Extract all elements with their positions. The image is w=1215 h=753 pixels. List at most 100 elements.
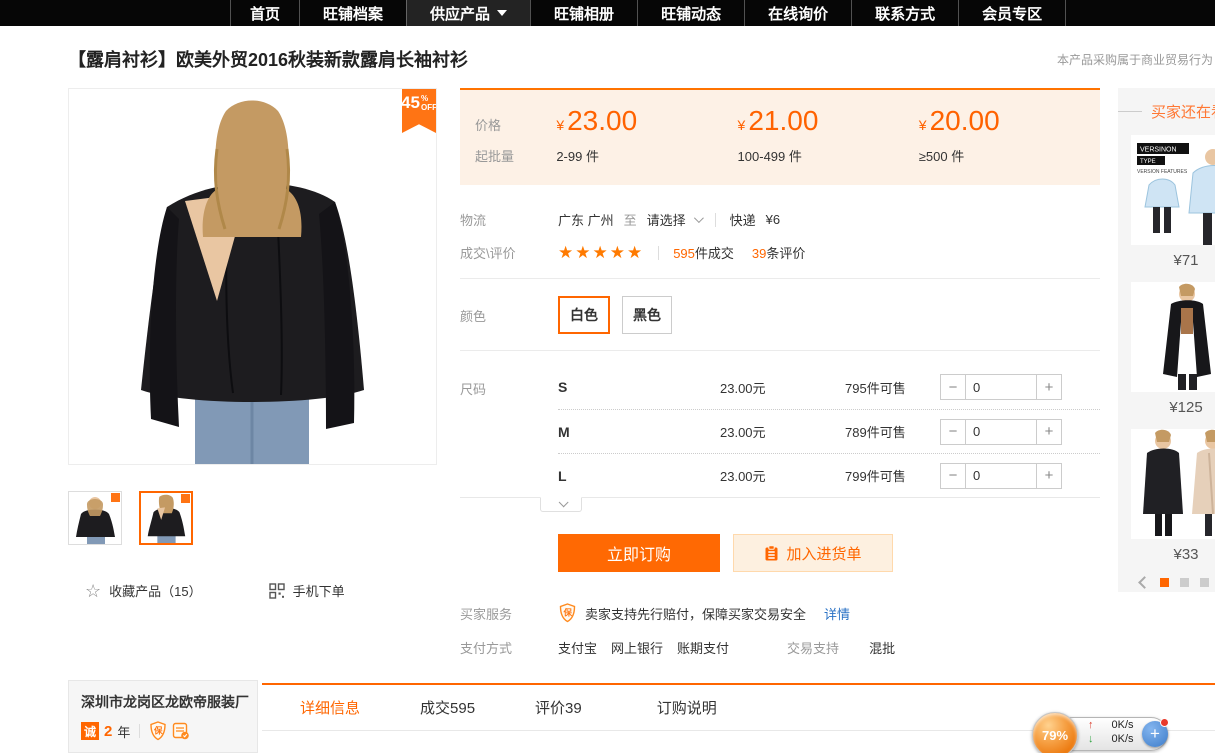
page-dot-2[interactable] xyxy=(1180,578,1189,587)
seller-badges: 诚 2 年 保 xyxy=(81,721,245,741)
seller-years-number: 2 xyxy=(104,723,112,740)
moq-tier-2: 100-499 件 xyxy=(738,146,919,165)
logistics-label: 物流 xyxy=(460,210,558,229)
divider xyxy=(715,213,716,227)
offer-panel: 价格 ¥23.00 ¥21.00 ¥20.00 起批量 2-99 件 100-4… xyxy=(460,88,1100,657)
tab-order-notes[interactable]: 订购说明 xyxy=(657,697,717,718)
sidebar-product-image: VERSINON TYPE VERSION FEATURES xyxy=(1131,135,1215,245)
section-divider xyxy=(460,350,1100,351)
seller-box: 深圳市龙岗区龙欧帝服装厂 诚 2 年 保 xyxy=(68,680,258,753)
reviews-row: 成交\评价 ★★★★★ 595件成交 39条评价 xyxy=(460,243,1100,262)
moq-tier-3: ≥500 件 xyxy=(919,146,1100,165)
sidebar-product-3[interactable]: ¥33 xyxy=(1131,429,1215,563)
price-tier-3: ¥20.00 xyxy=(919,105,1100,137)
nav-item-products-label: 供应产品 xyxy=(430,3,490,24)
plus-button[interactable]: + xyxy=(1036,463,1062,489)
top-nav: 首页 旺铺档案 供应产品 旺铺相册 旺铺动态 在线询价 联系方式 会员专区 xyxy=(0,0,1215,26)
nav-item-home[interactable]: 首页 xyxy=(230,0,299,26)
upload-speed: 0K/s xyxy=(1100,719,1134,731)
sidebar-product-image xyxy=(1131,429,1215,539)
contract-badge-icon xyxy=(172,722,190,740)
plus-button[interactable]: + xyxy=(1036,419,1062,445)
trade-notice: 本产品采购属于商业贸易行为 xyxy=(1057,51,1213,68)
express-label: 快递 xyxy=(730,210,756,229)
tab-deals[interactable]: 成交595 xyxy=(420,697,475,718)
quantity-input[interactable] xyxy=(966,419,1036,445)
buyer-services-label: 买家服务 xyxy=(460,604,558,623)
product-page: 首页 旺铺档案 供应产品 旺铺相册 旺铺动态 在线询价 联系方式 会员专区 【露… xyxy=(0,0,1215,753)
sidebar-product-price: ¥71 xyxy=(1131,252,1215,269)
color-option-white[interactable]: 白色 xyxy=(558,296,610,334)
favorite-label: 收藏产品（15） xyxy=(109,581,201,600)
nav-item-products[interactable]: 供应产品 xyxy=(406,0,530,26)
size-row-s: S 23.00元 795件可售 − + xyxy=(558,365,1100,409)
sidebar-product-price: ¥125 xyxy=(1131,399,1215,416)
quantity-stepper: − + xyxy=(940,419,1062,445)
guarantee-shield-icon: 保 xyxy=(558,603,577,623)
sidebar-product-1[interactable]: VERSINON TYPE VERSION FEATURES ¥71 xyxy=(1131,135,1215,269)
star-rating-icon: ★★★★★ xyxy=(558,244,644,261)
nav-item-contact[interactable]: 联系方式 xyxy=(851,0,958,26)
dropdown-caret-icon xyxy=(497,10,507,16)
thumbnail-badge xyxy=(181,494,190,503)
sidebar-header: 买家还在看 xyxy=(1118,101,1215,122)
favorite-button[interactable]: ☆ 收藏产品（15） xyxy=(85,581,202,600)
minus-button[interactable]: − xyxy=(940,374,966,400)
quantity-input[interactable] xyxy=(966,374,1036,400)
size-stock: 789件可售 xyxy=(845,422,940,441)
chevron-down-icon xyxy=(694,213,704,223)
thumbnail-front[interactable] xyxy=(68,491,122,545)
destination-select[interactable]: 请选择 xyxy=(647,210,701,229)
size-row-m: M 23.00元 789件可售 − + xyxy=(558,409,1100,453)
order-now-button[interactable]: 立即订购 xyxy=(558,534,720,572)
minus-button[interactable]: − xyxy=(940,463,966,489)
notification-dot xyxy=(1160,718,1169,727)
prev-arrow-icon[interactable] xyxy=(1138,576,1151,589)
quantity-input[interactable] xyxy=(966,463,1036,489)
main-photo-illustration xyxy=(69,89,436,464)
deals-link[interactable]: 595件成交 xyxy=(673,243,734,262)
logistics-row: 物流 广东 广州 至 请选择 快递 ¥6 xyxy=(460,210,1100,229)
nav-item-vip[interactable]: 会员专区 xyxy=(958,0,1066,26)
speed-overlay-widget: 79% ↑ 0K/s ↓ 0K/s + xyxy=(1032,712,1172,753)
section-divider xyxy=(460,278,1100,279)
guarantee-text: 卖家支持先行赔付，保障买家交易安全 xyxy=(585,604,806,623)
guarantee-detail-link[interactable]: 详情 xyxy=(824,604,850,623)
trade-support-label: 交易支持 xyxy=(787,638,839,657)
quantity-stepper: − + xyxy=(940,463,1062,489)
svg-text:保: 保 xyxy=(153,726,163,736)
price-label: 价格 xyxy=(475,105,556,137)
tab-reviews[interactable]: 评价39 xyxy=(535,697,582,718)
plus-button[interactable]: + xyxy=(1036,374,1062,400)
product-main-image[interactable]: 45 % OFF xyxy=(68,88,437,465)
reviews-link[interactable]: 39条评价 xyxy=(752,243,805,262)
logistics-to: 至 xyxy=(624,210,637,229)
size-name: S xyxy=(558,379,720,395)
page-dot-3[interactable] xyxy=(1200,578,1209,587)
seller-years-suffix: 年 xyxy=(117,722,130,741)
tab-detail-info[interactable]: 详细信息 xyxy=(300,697,360,718)
color-label: 颜色 xyxy=(460,306,558,325)
size-row-l: L 23.00元 799件可售 − + xyxy=(558,453,1100,497)
nav-item-archive[interactable]: 旺铺档案 xyxy=(299,0,406,26)
minus-button[interactable]: − xyxy=(940,419,966,445)
price-box: 价格 ¥23.00 ¥21.00 ¥20.00 起批量 2-99 件 100-4… xyxy=(460,88,1100,185)
nav-item-updates[interactable]: 旺铺动态 xyxy=(637,0,744,26)
upload-arrow-icon: ↑ xyxy=(1088,719,1094,731)
dash-decoration xyxy=(1118,111,1142,112)
page-dot-1[interactable] xyxy=(1160,578,1169,587)
sidebar-product-2[interactable]: ¥125 xyxy=(1131,282,1215,416)
add-to-cart-button[interactable]: 加入进货单 xyxy=(733,534,893,572)
size-stock: 799件可售 xyxy=(845,466,940,485)
trade-support-value: 混批 xyxy=(869,638,895,657)
qr-code-icon xyxy=(269,583,285,599)
mobile-order-button[interactable]: 手机下单 xyxy=(269,581,345,600)
color-option-black[interactable]: 黑色 xyxy=(622,296,672,334)
progress-circle-button[interactable]: 79% xyxy=(1032,712,1078,753)
nav-item-album[interactable]: 旺铺相册 xyxy=(530,0,637,26)
thumbnail-back[interactable] xyxy=(139,491,193,545)
gallery-actions: ☆ 收藏产品（15） 手机下单 xyxy=(85,581,440,600)
nav-item-inquiry[interactable]: 在线询价 xyxy=(744,0,851,26)
guarantee-shield-icon: 保 xyxy=(149,721,167,741)
expand-sizes-button[interactable] xyxy=(540,497,582,512)
